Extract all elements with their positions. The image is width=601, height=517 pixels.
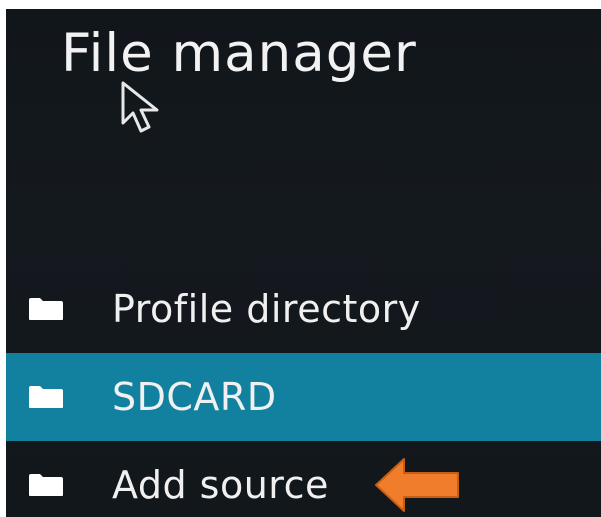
list-item-label: Add source — [112, 463, 329, 507]
list-item-sdcard[interactable]: SDCARD — [6, 353, 601, 441]
folder-icon — [29, 298, 63, 320]
source-list: Profile directory SDCARD Add source — [6, 265, 601, 517]
file-manager-panel: File manager Profile directory SDCARD Ad… — [6, 9, 601, 517]
list-item-add-source[interactable]: Add source — [6, 441, 601, 517]
folder-icon — [29, 386, 63, 408]
mouse-pointer-icon — [121, 81, 159, 133]
list-item-label: SDCARD — [112, 375, 277, 419]
folder-icon — [29, 474, 63, 496]
list-item-profile-directory[interactable]: Profile directory — [6, 265, 601, 353]
page-title: File manager — [61, 23, 417, 84]
orange-left-arrow-icon — [375, 458, 459, 512]
list-item-label: Profile directory — [112, 287, 421, 331]
